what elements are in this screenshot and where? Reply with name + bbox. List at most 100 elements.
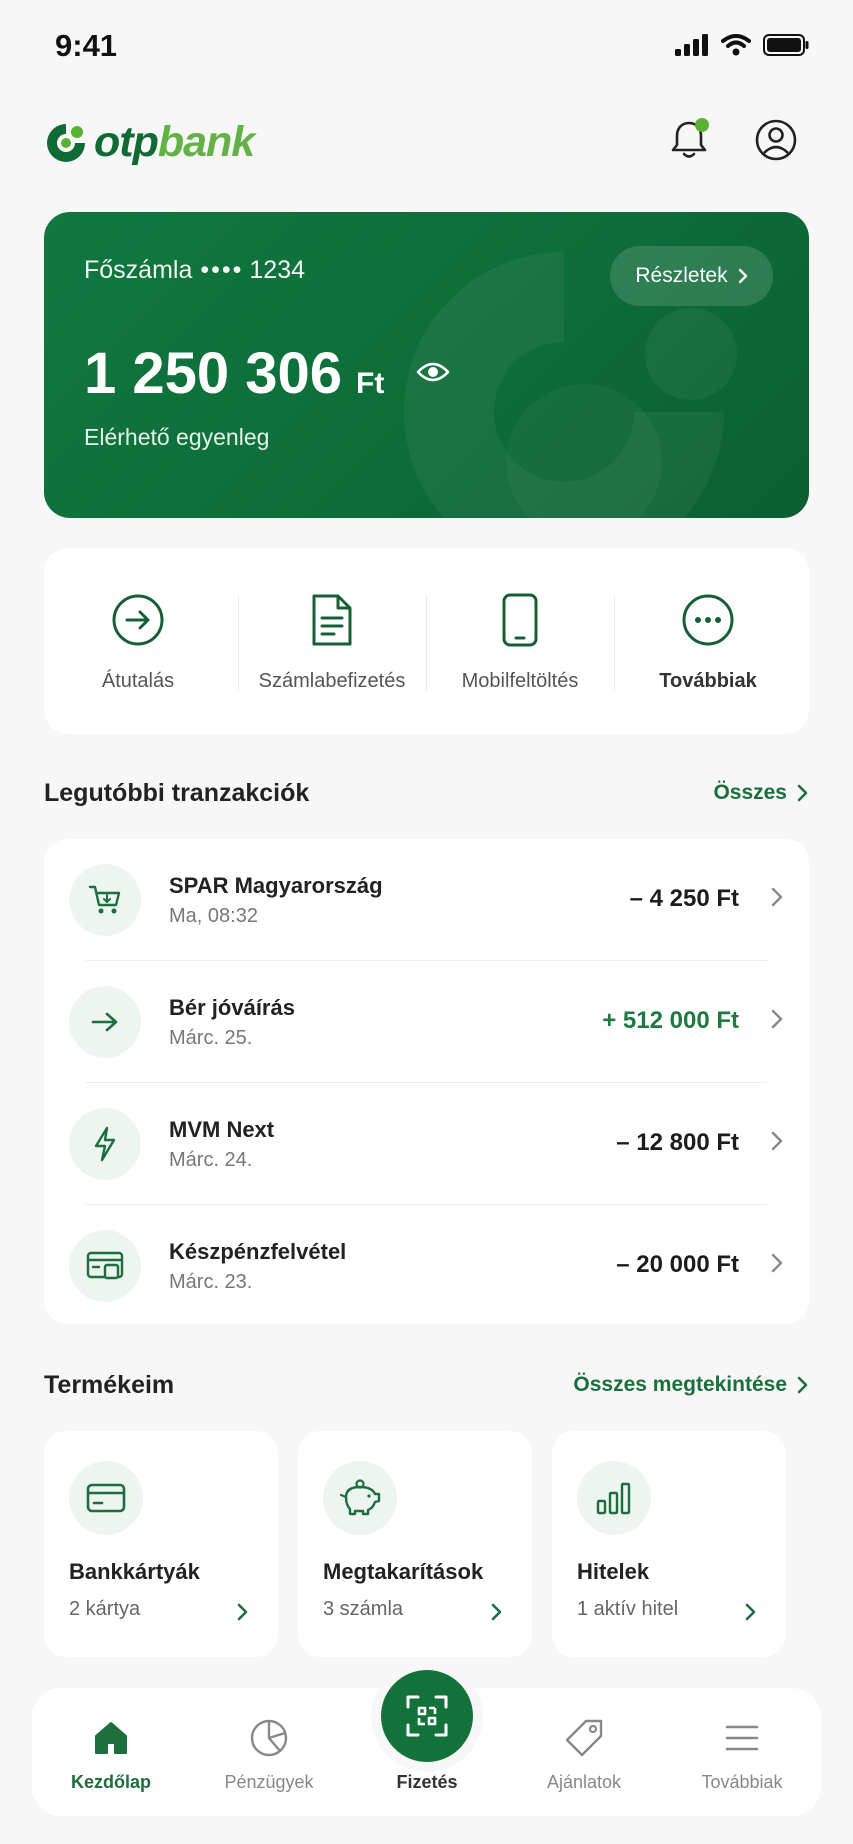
more-circle-icon	[680, 592, 736, 648]
otp-logo-mark-icon	[47, 123, 85, 162]
chevron-right-icon	[491, 1603, 502, 1621]
cart-icon	[69, 864, 141, 936]
product-subtitle: 3 számla	[323, 1598, 404, 1620]
quick-action-label: Átutalás	[101, 670, 175, 692]
transaction-amount: – 12 800 Ft	[616, 1129, 739, 1156]
all-products-link[interactable]: Összes megtekintése	[573, 1373, 809, 1397]
status-time: 9:41	[55, 28, 118, 63]
all-transactions-link[interactable]: Összes	[713, 781, 809, 805]
account-name-label: Főszámla	[84, 256, 193, 284]
transaction-name: Bér jóváírás	[169, 995, 295, 1020]
balance-amount: 1 250 306	[84, 341, 343, 406]
menu-icon	[720, 1716, 764, 1760]
transaction-row[interactable]: Készpénzfelvétel Márc. 23. – 20 000 Ft	[44, 1205, 809, 1327]
toggle-balance-visibility-button[interactable]	[416, 360, 450, 389]
chevron-right-icon	[771, 887, 783, 907]
product-subtitle: 2 kártya	[69, 1598, 141, 1620]
qr-scan-icon	[406, 1695, 448, 1737]
otpbank-logo: otpbank	[44, 118, 255, 167]
home-icon	[89, 1716, 133, 1760]
nav-label: Pénzügyek	[224, 1772, 314, 1792]
details-button[interactable]: Részletek	[610, 246, 773, 306]
product-card-loans[interactable]: Hitelek 1 aktív hitel	[552, 1431, 786, 1657]
tag-icon	[562, 1716, 606, 1760]
credit-card-icon	[69, 1461, 143, 1535]
chevron-right-icon	[738, 268, 747, 284]
balance: 1 250 306 Ft	[84, 340, 384, 407]
transaction-name: Készpénzfelvétel	[169, 1239, 347, 1264]
user-circle-icon	[755, 119, 797, 161]
quick-action-transfer[interactable]: Átutalás	[44, 548, 232, 734]
account-mask: ••••	[200, 256, 244, 284]
quick-action-more[interactable]: Továbbiak	[614, 548, 802, 734]
nav-label: Továbbiak	[701, 1772, 783, 1792]
product-name: Megtakarítások	[323, 1559, 484, 1584]
transaction-date: Márc. 25.	[169, 1027, 253, 1049]
quick-action-mobile-topup[interactable]: Mobilfeltöltés	[426, 548, 614, 734]
quick-action-bill-payment[interactable]: Számlabefizetés	[238, 548, 426, 734]
nav-home[interactable]: Kezdőlap	[32, 1688, 190, 1816]
products-header: Termékeim Összes megtekintése	[44, 1371, 809, 1411]
transactions-title: Legutóbbi tranzakciók	[44, 779, 310, 807]
chevron-right-icon	[771, 1009, 783, 1029]
product-card-bank-cards[interactable]: Bankkártyák 2 kártya	[44, 1431, 278, 1657]
product-name: Bankkártyák	[69, 1559, 200, 1584]
signal-icon	[675, 34, 708, 56]
pay-label: Fizetés	[396, 1772, 458, 1792]
all-products-label: Összes megtekintése	[573, 1373, 787, 1396]
nav-more[interactable]: Továbbiak	[663, 1688, 821, 1816]
notification-dot	[695, 118, 709, 132]
arrow-right-icon	[69, 986, 141, 1058]
wifi-icon	[721, 34, 751, 56]
status-bar: 9:41	[0, 0, 853, 95]
transactions-list: SPAR Magyarország Ma, 08:32 – 4 250 Ft B…	[44, 839, 809, 1324]
transaction-date: Ma, 08:32	[169, 905, 258, 927]
arrow-right-circle-icon	[110, 592, 166, 648]
logo-text-otp: otp	[94, 118, 159, 166]
transaction-row[interactable]: SPAR Magyarország Ma, 08:32 – 4 250 Ft	[44, 839, 809, 961]
product-card-savings[interactable]: Megtakarítások 3 számla	[298, 1431, 532, 1657]
profile-button[interactable]	[752, 116, 800, 164]
chevron-right-icon	[797, 784, 808, 802]
nav-offers[interactable]: Ajánlatok	[505, 1688, 663, 1816]
product-subtitle: 1 aktív hitel	[577, 1598, 679, 1620]
battery-icon	[763, 34, 809, 56]
lightning-icon	[69, 1108, 141, 1180]
transaction-date: Márc. 23.	[169, 1271, 253, 1293]
transaction-date: Márc. 24.	[169, 1149, 253, 1171]
quick-action-label: Mobilfeltöltés	[461, 670, 579, 692]
details-button-label: Részletek	[635, 264, 728, 287]
nav-finances[interactable]: Pénzügyek	[190, 1688, 348, 1816]
chevron-right-icon	[745, 1603, 756, 1621]
quick-action-label: Továbbiak	[659, 670, 757, 692]
chevron-right-icon	[771, 1253, 783, 1273]
phone-icon	[492, 592, 548, 648]
transaction-row[interactable]: Bér jóváírás Márc. 25. + 512 000 Ft	[44, 961, 809, 1083]
balance-currency: Ft	[356, 367, 385, 400]
chevron-right-icon	[797, 1376, 808, 1394]
chevron-right-icon	[771, 1131, 783, 1151]
chevron-right-icon	[237, 1603, 248, 1621]
nav-label: Kezdőlap	[70, 1772, 151, 1792]
all-transactions-label: Összes	[713, 781, 787, 804]
logo-text-bank: bank	[157, 118, 255, 166]
account-last-digits: 1234	[249, 256, 306, 284]
notifications-button[interactable]	[665, 116, 713, 164]
pay-button[interactable]	[381, 1670, 473, 1762]
pie-chart-icon	[247, 1716, 291, 1760]
balance-label: Elérhető egyenleg	[84, 424, 270, 450]
transaction-amount: – 20 000 Ft	[616, 1251, 739, 1278]
quick-actions: Átutalás Számlabefizetés Mobilfeltöltés	[44, 548, 809, 734]
bar-chart-icon	[577, 1461, 651, 1535]
status-icons	[675, 34, 809, 56]
nav-label: Ajánlatok	[546, 1772, 622, 1792]
cash-icon	[69, 1230, 141, 1302]
transaction-amount: + 512 000 Ft	[602, 1007, 739, 1034]
transaction-row[interactable]: MVM Next Márc. 24. – 12 800 Ft	[44, 1083, 809, 1205]
products-title: Termékeim	[44, 1371, 175, 1399]
transaction-name: MVM Next	[169, 1117, 275, 1142]
transactions-header: Legutóbbi tranzakciók Összes	[44, 779, 809, 819]
account-name: Főszámla •••• 1234	[84, 256, 305, 285]
account-card[interactable]: Főszámla •••• 1234 Részletek 1 250 306 Ft …	[44, 212, 809, 518]
piggy-bank-icon	[323, 1461, 397, 1535]
